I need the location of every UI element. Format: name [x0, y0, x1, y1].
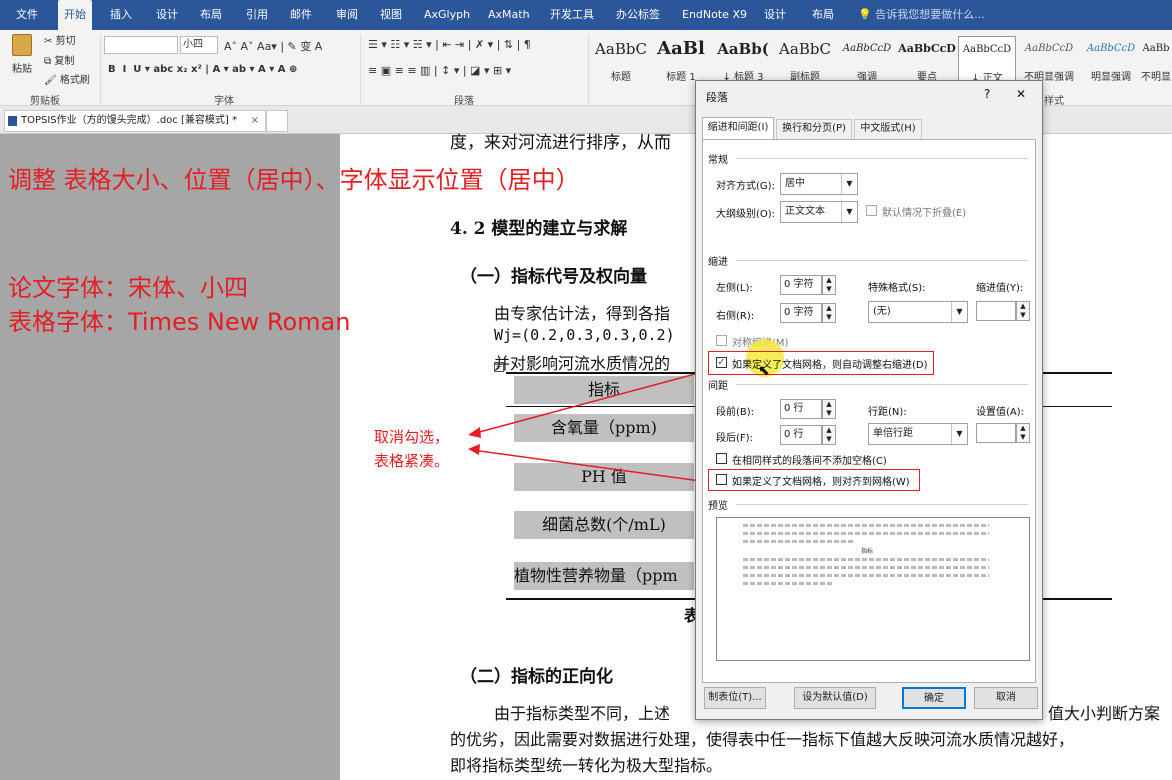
divider — [736, 260, 1028, 261]
tab-indents-spacing[interactable]: 缩进和间距(I) — [702, 117, 774, 139]
outline-level-select[interactable]: 正文文本 ▼ — [780, 201, 858, 223]
spacing-after-label: 段后(F): — [716, 433, 753, 444]
chevron-down-icon: ▼ — [951, 302, 967, 322]
dialog-close-button[interactable]: ✕ — [1016, 87, 1026, 101]
left-indent-label: 左侧(L): — [716, 283, 753, 294]
preview-pane: 指标 — [716, 517, 1030, 661]
indent-by-spinner[interactable]: ▲ ▼ — [1016, 301, 1030, 321]
preview-sample-text: 指标 — [861, 548, 874, 555]
preview-line — [743, 524, 989, 527]
spacing-after-spinner[interactable]: ▲ ▼ — [822, 425, 836, 445]
indent-by-label: 缩进值(Y): — [976, 283, 1024, 294]
spacing-before-spinner[interactable]: ▲ ▼ — [822, 399, 836, 419]
ok-button[interactable]: 确定 — [902, 687, 966, 709]
preview-line — [743, 574, 989, 577]
preview-line — [743, 582, 833, 585]
no-space-same-style-checkbox[interactable] — [716, 453, 727, 464]
arrow-head-2 — [468, 444, 480, 455]
tabs-button[interactable]: 制表位(T)... — [704, 687, 766, 709]
preview-line — [743, 566, 989, 569]
alignment-label: 对齐方式(G): — [716, 181, 775, 192]
outline-level-value: 正文文本 — [785, 206, 825, 217]
arrow-head-1 — [468, 427, 481, 438]
preview-line — [743, 558, 989, 561]
chevron-down-icon: ▼ — [841, 202, 857, 222]
snap-to-grid-label: 如果定义了文档网格，则对齐到网格(W) — [732, 477, 910, 488]
spacing-before-input[interactable]: 0 行 — [780, 399, 822, 419]
section-general: 常规 — [708, 155, 728, 166]
tab-line-page-breaks[interactable]: 换行和分页(P) — [776, 119, 852, 139]
divider — [736, 384, 1028, 385]
chevron-down-icon: ▼ — [951, 424, 967, 444]
special-indent-value: (无) — [873, 306, 891, 317]
dialog-title: 段落 — [706, 91, 728, 104]
paragraph-dialog: 段落 ? ✕ 缩进和间距(I) 换行和分页(P) 中文版式(H) 常规 对齐方式… — [695, 80, 1043, 720]
snap-to-grid-checkbox[interactable] — [716, 474, 727, 485]
mouse-cursor-icon: ⬉ — [758, 363, 770, 379]
section-spacing: 间距 — [708, 381, 728, 392]
collapse-default-label: 默认情况下折叠(E) — [882, 208, 967, 219]
no-space-same-style-label: 在相同样式的段落间不添加空格(C) — [732, 456, 887, 467]
cancel-button[interactable]: 取消 — [974, 687, 1038, 709]
spacing-at-input[interactable] — [976, 423, 1016, 443]
divider — [736, 504, 1028, 505]
preview-line — [743, 532, 989, 535]
right-indent-spinner[interactable]: ▲ ▼ — [822, 303, 836, 323]
special-indent-select[interactable]: (无) ▼ — [868, 301, 968, 323]
line-spacing-label: 行距(N): — [868, 407, 907, 418]
section-preview: 预览 — [708, 501, 728, 512]
spacing-before-label: 段前(B): — [716, 407, 755, 418]
auto-right-indent-checkbox[interactable]: ✓ — [716, 357, 727, 368]
mirror-indents-checkbox[interactable] — [716, 335, 727, 346]
spacing-after-input[interactable]: 0 行 — [780, 425, 822, 445]
line-spacing-select[interactable]: 单倍行距 ▼ — [868, 423, 968, 445]
left-indent-spinner[interactable]: ▲ ▼ — [822, 275, 836, 295]
arrow-line-1 — [471, 369, 711, 435]
special-indent-label: 特殊格式(S): — [868, 283, 926, 294]
section-indentation: 缩进 — [708, 257, 728, 268]
set-default-button[interactable]: 设为默认值(D) — [794, 687, 876, 709]
left-indent-input[interactable]: 0 字符 — [780, 275, 822, 295]
alignment-value: 居中 — [785, 178, 805, 189]
divider — [736, 158, 1028, 159]
right-indent-label: 右侧(R): — [716, 311, 755, 322]
spacing-at-spinner[interactable]: ▲ ▼ — [1016, 423, 1030, 443]
chevron-down-icon: ▼ — [841, 174, 857, 194]
alignment-select[interactable]: 居中 ▼ — [780, 173, 858, 195]
help-button[interactable]: ? — [984, 87, 990, 101]
outline-level-label: 大纲级别(O): — [716, 209, 776, 220]
collapse-default-checkbox[interactable] — [866, 205, 877, 216]
right-indent-input[interactable]: 0 字符 — [780, 303, 822, 323]
indent-by-input[interactable] — [976, 301, 1016, 321]
preview-line — [743, 540, 853, 543]
tab-asian-typography[interactable]: 中文版式(H) — [854, 119, 922, 139]
line-spacing-value: 单倍行距 — [873, 428, 913, 439]
spacing-at-label: 设置值(A): — [976, 407, 1025, 418]
arrow-line-2 — [471, 449, 709, 483]
